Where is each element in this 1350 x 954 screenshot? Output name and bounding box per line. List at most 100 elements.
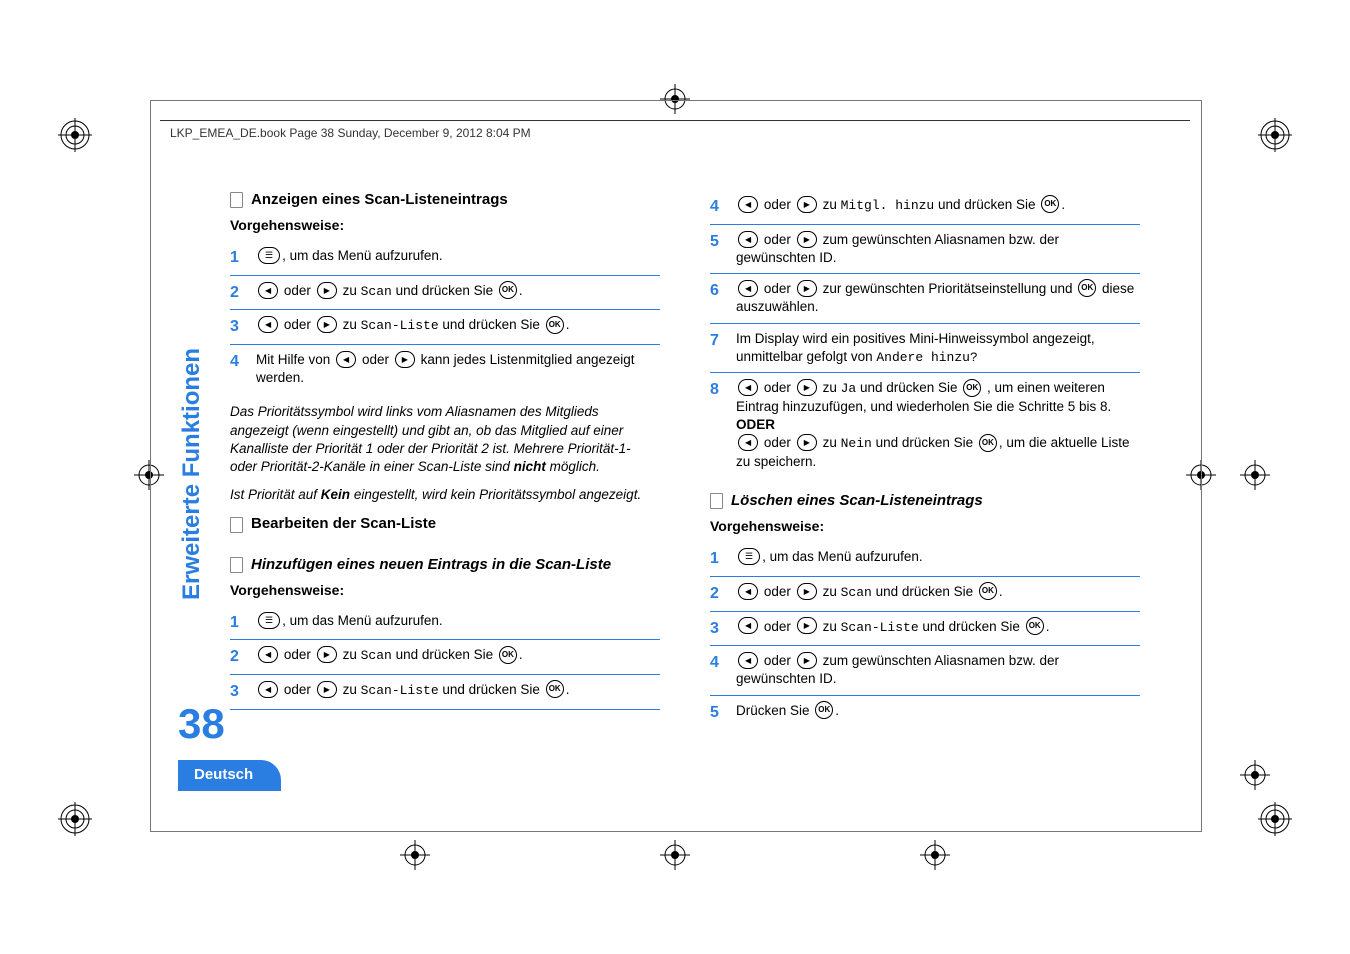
page-number: 38 [178,700,225,748]
right-button-icon [797,434,817,451]
left-button-icon [738,231,758,248]
ok-button-icon [1078,279,1096,297]
ok-button-icon [1041,195,1059,213]
left-button-icon [738,617,758,634]
ok-button-icon [979,582,997,600]
step-number: 3 [230,681,244,703]
left-button-icon [258,646,278,663]
right-button-icon [317,681,337,698]
heading-delete-entry: Löschen eines Scan-Listeneintrags [710,491,1140,511]
step-number: 5 [710,231,724,253]
left-button-icon [258,282,278,299]
ok-button-icon [546,316,564,334]
crosshair-icon [1240,460,1270,490]
left-button-icon [738,652,758,669]
page-icon [230,557,243,573]
step-number: 7 [710,330,724,352]
right-button-icon [395,351,415,368]
left-button-icon [738,280,758,297]
registration-mark-icon [1258,118,1292,152]
ok-button-icon [499,281,517,299]
heading-text: Anzeigen eines Scan-Listeneintrags [251,190,508,210]
step-number: 5 [710,702,724,724]
ok-button-icon [546,680,564,698]
right-button-icon [797,583,817,600]
right-button-icon [797,652,817,669]
ok-button-icon [1026,617,1044,635]
registration-mark-icon [58,118,92,152]
note-priority: Das Prioritätssymbol wird links vom Alia… [230,403,660,476]
step-r5: 5 oder zum gewünschten Aliasnamen bzw. d… [710,225,1140,274]
ok-button-icon [979,434,997,452]
step-b1: 1 , um das Menü aufzurufen. [230,606,660,641]
step-number: 3 [710,618,724,640]
step-d4: 4 oder zum gewünschten Aliasnamen bzw. d… [710,646,1140,695]
heading-text: Hinzufügen eines neuen Eintrags in die S… [251,555,611,575]
left-button-icon [336,351,356,368]
step-3: 3 oder zu Scan-Liste und drücken Sie . [230,310,660,345]
step-number: 4 [710,196,724,218]
page-icon [230,192,243,208]
procedure-label: Vorgehensweise: [230,581,660,600]
step-number: 1 [230,247,244,269]
or-label: ODER [736,417,775,432]
header-text: LKP_EMEA_DE.book Page 38 Sunday, Decembe… [170,126,531,140]
language-tab: Deutsch [178,760,281,791]
step-d2: 2 oder zu Scan und drücken Sie . [710,577,1140,612]
menu-button-icon [258,612,280,629]
left-column: Anzeigen eines Scan-Listeneintrags Vorge… [230,190,660,729]
right-button-icon [317,282,337,299]
heading-add-entry: Hinzufügen eines neuen Eintrags in die S… [230,555,660,575]
registration-mark-icon [1258,802,1292,836]
right-button-icon [317,316,337,333]
right-button-icon [317,646,337,663]
step-number: 3 [230,316,244,338]
step-number: 2 [230,646,244,668]
right-column: 4 oder zu Mitgl. hinzu und drücken Sie .… [710,190,1140,729]
registration-mark-icon [58,802,92,836]
crosshair-icon [920,840,950,870]
page-icon [230,517,243,533]
step-text: , um das Menü aufzurufen. [282,248,443,263]
ok-button-icon [815,701,833,719]
step-2: 2 oder zu Scan und drücken Sie . [230,276,660,311]
step-d1: 1 , um das Menü aufzurufen. [710,542,1140,577]
note-kein: Ist Priorität auf Kein eingestellt, wird… [230,486,660,504]
step-number: 4 [710,652,724,674]
crosshair-icon [660,840,690,870]
heading-edit-scan-list: Bearbeiten der Scan-Liste [230,514,660,534]
step-b2: 2 oder zu Scan und drücken Sie . [230,640,660,675]
procedure-label: Vorgehensweise: [230,216,660,235]
step-number: 6 [710,280,724,302]
step-d5: 5 Drücken Sie . [710,696,1140,730]
step-number: 2 [230,282,244,304]
header-rule [160,120,1190,121]
step-number: 4 [230,351,244,373]
right-button-icon [797,196,817,213]
heading-text: Bearbeiten der Scan-Liste [251,514,436,534]
procedure-label: Vorgehensweise: [710,517,1140,536]
step-number: 1 [230,612,244,634]
crosshair-icon [1240,760,1270,790]
menu-button-icon [258,247,280,264]
right-button-icon [797,280,817,297]
left-button-icon [738,196,758,213]
heading-view-scan-entry: Anzeigen eines Scan-Listeneintrags [230,190,660,210]
left-button-icon [738,434,758,451]
sidebar-section-title: Erweiterte Funktionen [178,348,206,600]
step-r8: 8 oder zu Ja und drücken Sie , um einen … [710,373,1140,477]
step-4: 4 Mit Hilfe von oder kann jedes Listenmi… [230,345,660,393]
step-r4: 4 oder zu Mitgl. hinzu und drücken Sie . [710,190,1140,225]
step-number: 8 [710,379,724,401]
right-button-icon [797,231,817,248]
step-r6: 6 oder zur gewünschten Prioritätseinstel… [710,274,1140,324]
right-button-icon [797,379,817,396]
crosshair-icon [400,840,430,870]
ok-button-icon [963,379,981,397]
right-button-icon [797,617,817,634]
step-b3: 3 oder zu Scan-Liste und drücken Sie . [230,675,660,710]
page-icon [710,493,723,509]
step-r7: 7 Im Display wird ein positives Mini-Hin… [710,324,1140,374]
left-button-icon [258,316,278,333]
left-button-icon [738,379,758,396]
